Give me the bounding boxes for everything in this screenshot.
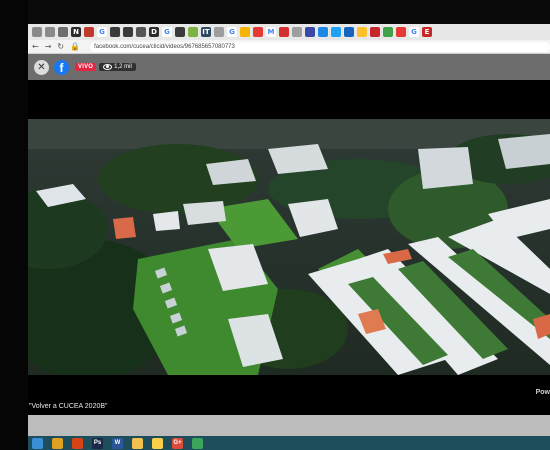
folder-icon[interactable] <box>132 437 143 449</box>
bookmark-icon[interactable]: M <box>266 27 276 37</box>
bookmark-icon[interactable] <box>136 27 146 37</box>
bookmark-icon[interactable]: G <box>97 27 107 37</box>
bookmark-icon[interactable]: D <box>149 27 159 37</box>
bookmark-icon[interactable] <box>279 27 289 37</box>
url-field[interactable]: facebook.com/cucea/clicid/videos/9676856… <box>90 41 550 52</box>
explorer-icon[interactable] <box>152 437 163 449</box>
bookmark-icon[interactable] <box>318 27 328 37</box>
reload-icon[interactable]: ↻ <box>57 42 64 51</box>
bookmark-icon[interactable]: E <box>422 27 432 37</box>
bookmark-icon[interactable] <box>331 27 341 37</box>
bookmark-icon[interactable]: G <box>227 27 237 37</box>
forward-icon[interactable]: → <box>45 42 52 51</box>
bookmarks-bar: N G D G IT G M G E <box>28 24 550 40</box>
bookmark-icon[interactable] <box>45 27 55 37</box>
close-icon[interactable]: ✕ <box>34 59 49 75</box>
lock-icon: 🔒 <box>70 42 81 51</box>
bookmark-icon[interactable] <box>123 27 133 37</box>
photoshop-icon[interactable]: Ps <box>92 437 103 449</box>
bookmark-icon[interactable]: G <box>162 27 172 37</box>
campus-aerial-image <box>28 119 550 375</box>
video-frame[interactable] <box>28 119 550 375</box>
viewer-count: 1,2 mil <box>114 64 132 70</box>
windows-start-icon[interactable] <box>32 437 43 449</box>
eye-icon <box>103 64 113 70</box>
bookmark-icon[interactable] <box>370 27 380 37</box>
app-icon[interactable] <box>192 437 203 449</box>
bookmark-icon[interactable] <box>357 27 367 37</box>
live-badge: VIVO <box>75 63 97 71</box>
monitor-bezel-top <box>0 0 550 24</box>
address-bar: ← → ↻ 🔒 facebook.com/cucea/clicid/videos… <box>28 40 550 54</box>
google-plus-icon[interactable]: G+ <box>172 437 183 449</box>
bookmark-icon[interactable] <box>175 27 185 37</box>
bookmark-icon[interactable] <box>110 27 120 37</box>
bookmark-icon[interactable] <box>84 27 94 37</box>
facebook-logo-icon[interactable]: f <box>54 59 69 75</box>
bookmark-icon[interactable] <box>188 27 198 37</box>
viewer-count-badge: 1,2 mil <box>99 63 136 71</box>
bookmark-icon[interactable] <box>214 27 224 37</box>
bookmark-icon[interactable]: N <box>71 27 81 37</box>
word-icon[interactable]: W <box>112 437 123 449</box>
video-caption: "Volver a CUCEA 2020B" <box>29 403 108 410</box>
bookmark-icon[interactable] <box>240 27 250 37</box>
windows-taskbar: Ps W G+ <box>28 436 550 450</box>
bookmark-icon[interactable] <box>344 27 354 37</box>
bookmark-icon[interactable] <box>253 27 263 37</box>
bookmark-icon[interactable]: G <box>409 27 419 37</box>
bookmark-icon[interactable] <box>383 27 393 37</box>
player-top-bar: ✕ f VIVO 1,2 mil <box>28 54 550 80</box>
bookmark-icon[interactable] <box>305 27 315 37</box>
app-icon[interactable] <box>72 437 83 449</box>
chrome-icon[interactable] <box>52 437 63 449</box>
bookmark-icon[interactable] <box>58 27 68 37</box>
monitor-bezel-left <box>0 0 28 450</box>
back-icon[interactable]: ← <box>32 42 39 51</box>
bookmark-icon[interactable] <box>396 27 406 37</box>
powered-by-label: Pow <box>535 389 550 396</box>
bookmark-icon[interactable] <box>32 27 42 37</box>
bookmark-icon[interactable]: IT <box>201 27 211 37</box>
bookmark-icon[interactable] <box>292 27 302 37</box>
